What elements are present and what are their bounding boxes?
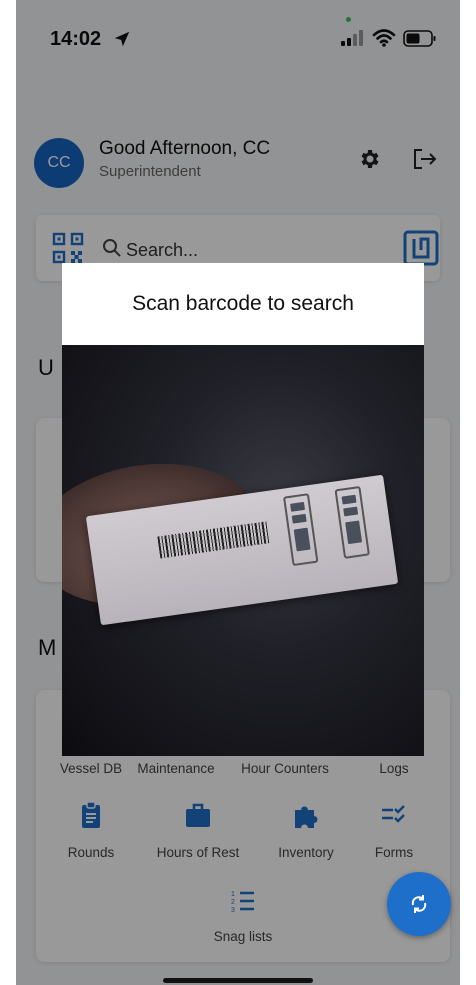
camera-preview[interactable] <box>62 345 424 756</box>
dialog-title: Scan barcode to search <box>132 292 354 315</box>
sync-icon <box>411 895 427 913</box>
box-port-graphic <box>282 493 319 567</box>
box-port-graphic <box>334 485 370 559</box>
barcode-scanner-dialog: Scan barcode to search <box>62 263 424 756</box>
app-screen: 14:02 CC Good Afternoon, CC Superintende… <box>16 0 460 985</box>
barcode-graphic <box>157 521 270 559</box>
home-indicator <box>163 978 313 983</box>
sync-button[interactable] <box>387 872 451 936</box>
